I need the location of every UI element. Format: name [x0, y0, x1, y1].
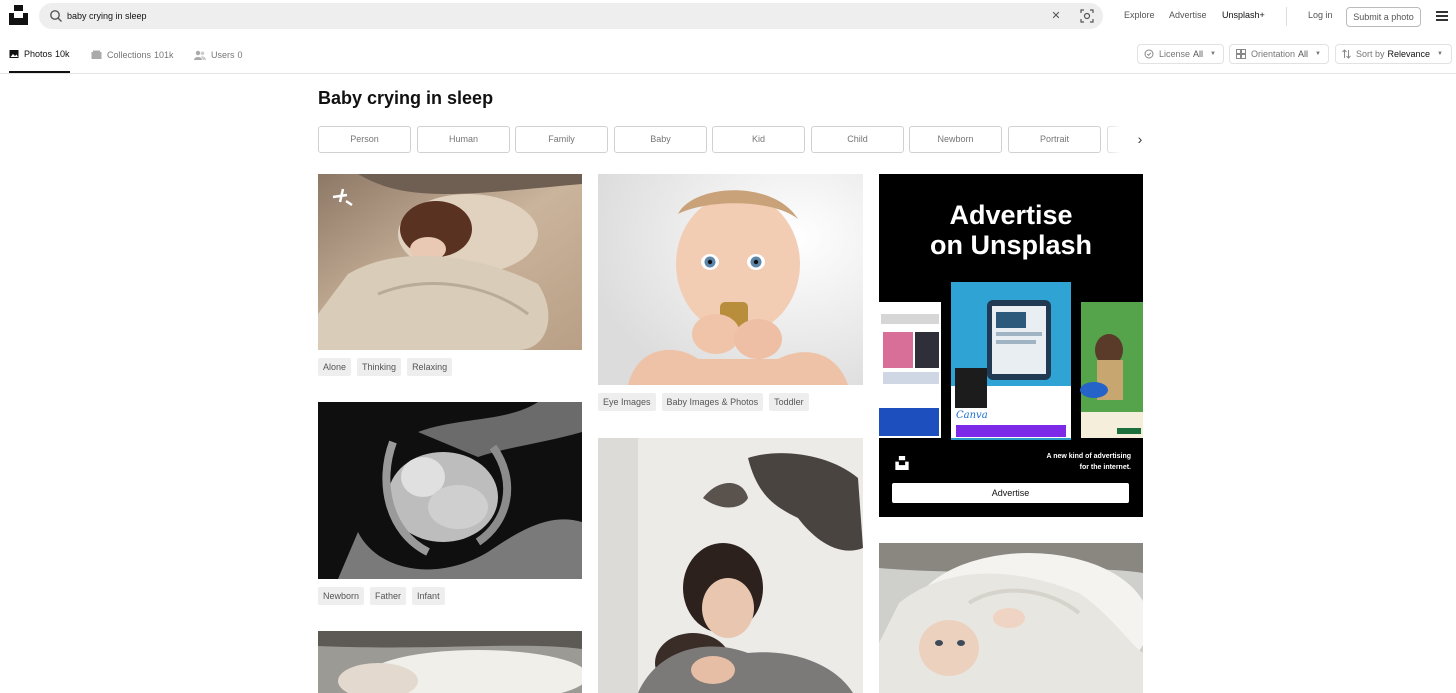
baby-blue-eyes-image	[598, 174, 863, 385]
related-chip[interactable]: Family	[515, 126, 608, 153]
hamburger-menu-icon[interactable]	[1436, 11, 1448, 21]
orientation-icon	[1236, 49, 1246, 59]
tag-chip[interactable]: Baby Images & Photos	[661, 393, 764, 411]
newborn-hands-image	[318, 402, 582, 579]
nav-unsplash-plus[interactable]: Unsplash+	[1222, 10, 1265, 20]
sort-icon	[1342, 49, 1351, 59]
nav-explore[interactable]: Explore	[1124, 10, 1155, 20]
mother-holding-baby-image	[598, 438, 863, 693]
chevron-right-icon[interactable]: ›	[1130, 128, 1150, 150]
tag-chip[interactable]: Toddler	[769, 393, 809, 411]
top-header: ✕ Explore Advertise Unsplash+ Log in Sub…	[0, 0, 1456, 33]
search-bar[interactable]: ✕	[39, 3, 1103, 29]
photo-mother-holding-baby[interactable]	[598, 438, 863, 693]
tab-collections-count: 101k	[154, 49, 174, 60]
ad-collage-image: Canva	[879, 282, 1143, 440]
search-input[interactable]	[67, 7, 1027, 25]
photo-baby-blue-eyes[interactable]	[598, 174, 863, 385]
orientation-filter-value: All	[1298, 49, 1309, 59]
chevron-down-icon: ▼	[1210, 51, 1216, 57]
ad-title: Advertise on Unsplash	[879, 200, 1143, 260]
photo-woman-sleeping[interactable]	[318, 174, 582, 350]
tab-collections[interactable]: Collections 101k	[91, 36, 174, 73]
chevron-down-icon: ▼	[1437, 51, 1443, 57]
tag-chip[interactable]: Alone	[318, 358, 352, 376]
related-chip[interactable]: Baby	[614, 126, 707, 153]
submit-photo-button[interactable]: Submit a photo	[1346, 7, 1421, 27]
photo-newborn-hands[interactable]	[318, 402, 582, 579]
related-searches: Person Human Family Baby Kid Child Newbo…	[318, 126, 1143, 153]
users-icon	[194, 50, 206, 60]
sort-filter-value: Relevance	[1387, 49, 1431, 59]
ad-tagline-line2: for the internet.	[1079, 464, 1131, 471]
tag-chip[interactable]: Newborn	[318, 587, 365, 605]
login-link[interactable]: Log in	[1308, 10, 1333, 20]
tab-photos[interactable]: Photos 10k	[9, 36, 70, 73]
tag-chip[interactable]: Father	[370, 587, 407, 605]
related-chip[interactable]: Child	[811, 126, 904, 153]
sort-filter-label: Sort by	[1356, 49, 1385, 59]
photo-tags: Alone Thinking Relaxing	[318, 358, 453, 376]
tag-chip[interactable]: Relaxing	[407, 358, 453, 376]
tab-users-count: 0	[237, 49, 243, 60]
related-chip[interactable]: Person	[318, 126, 411, 153]
ad-tagline: A new kind of advertising for the intern…	[1029, 451, 1131, 473]
search-icon	[50, 10, 62, 22]
license-icon	[1144, 49, 1154, 59]
orientation-filter[interactable]: Orientation All ▼	[1229, 44, 1329, 64]
baby-blanket-image	[318, 631, 582, 693]
tab-users-label: Users	[211, 49, 235, 60]
unsplash-logo-icon[interactable]	[9, 5, 28, 25]
tab-users[interactable]: Users 0	[194, 36, 243, 73]
woman-sleeping-image	[318, 174, 582, 350]
photo-baby-in-blanket[interactable]	[879, 543, 1143, 693]
photo-tags: Newborn Father Infant	[318, 587, 445, 605]
photo-tags: Eye Images Baby Images & Photos Toddler	[598, 393, 809, 411]
photo-icon	[9, 49, 19, 58]
page-title: Baby crying in sleep	[318, 88, 494, 108]
license-filter[interactable]: License All ▼	[1137, 44, 1224, 64]
unsplash-logo-icon	[895, 456, 909, 470]
photo-baby-blanket[interactable]	[318, 631, 582, 693]
tab-collections-label: Collections	[107, 49, 152, 60]
results-toolbar: Photos 10k Collections 101k Users 0 Lice…	[0, 36, 1456, 74]
ad-title-line2: on Unsplash	[929, 230, 1092, 260]
tag-chip[interactable]: Eye Images	[598, 393, 656, 411]
visual-search-icon[interactable]	[1080, 9, 1094, 23]
advertise-banner[interactable]: Advertise on Unsplash Canva A new kind o…	[879, 174, 1143, 517]
sort-filter[interactable]: Sort by Relevance ▼	[1335, 44, 1452, 64]
baby-in-blanket-image	[879, 543, 1143, 693]
chevron-down-icon: ▼	[1315, 51, 1321, 57]
related-chip[interactable]: Portrait	[1008, 126, 1101, 153]
nav-advertise[interactable]: Advertise	[1169, 10, 1207, 20]
collection-icon	[91, 50, 102, 59]
clear-search-icon[interactable]: ✕	[1050, 8, 1062, 24]
ad-title-line1: Advertise	[949, 200, 1073, 230]
canva-logo: Canva	[956, 410, 988, 421]
header-divider	[1286, 7, 1287, 26]
license-filter-label: License	[1159, 49, 1191, 59]
advertise-button[interactable]: Advertise	[892, 483, 1129, 503]
tag-chip[interactable]: Thinking	[357, 358, 402, 376]
license-filter-value: All	[1193, 49, 1204, 59]
related-chip[interactable]: Newborn	[909, 126, 1002, 153]
tag-chip[interactable]: Infant	[412, 587, 445, 605]
tab-photos-count: 10k	[55, 48, 70, 59]
ad-tagline-line1: A new kind of advertising	[1046, 453, 1131, 460]
tab-photos-label: Photos	[24, 48, 53, 59]
orientation-filter-label: Orientation	[1251, 49, 1296, 59]
related-chip[interactable]: Human	[417, 126, 510, 153]
related-chip[interactable]: Kid	[712, 126, 805, 153]
